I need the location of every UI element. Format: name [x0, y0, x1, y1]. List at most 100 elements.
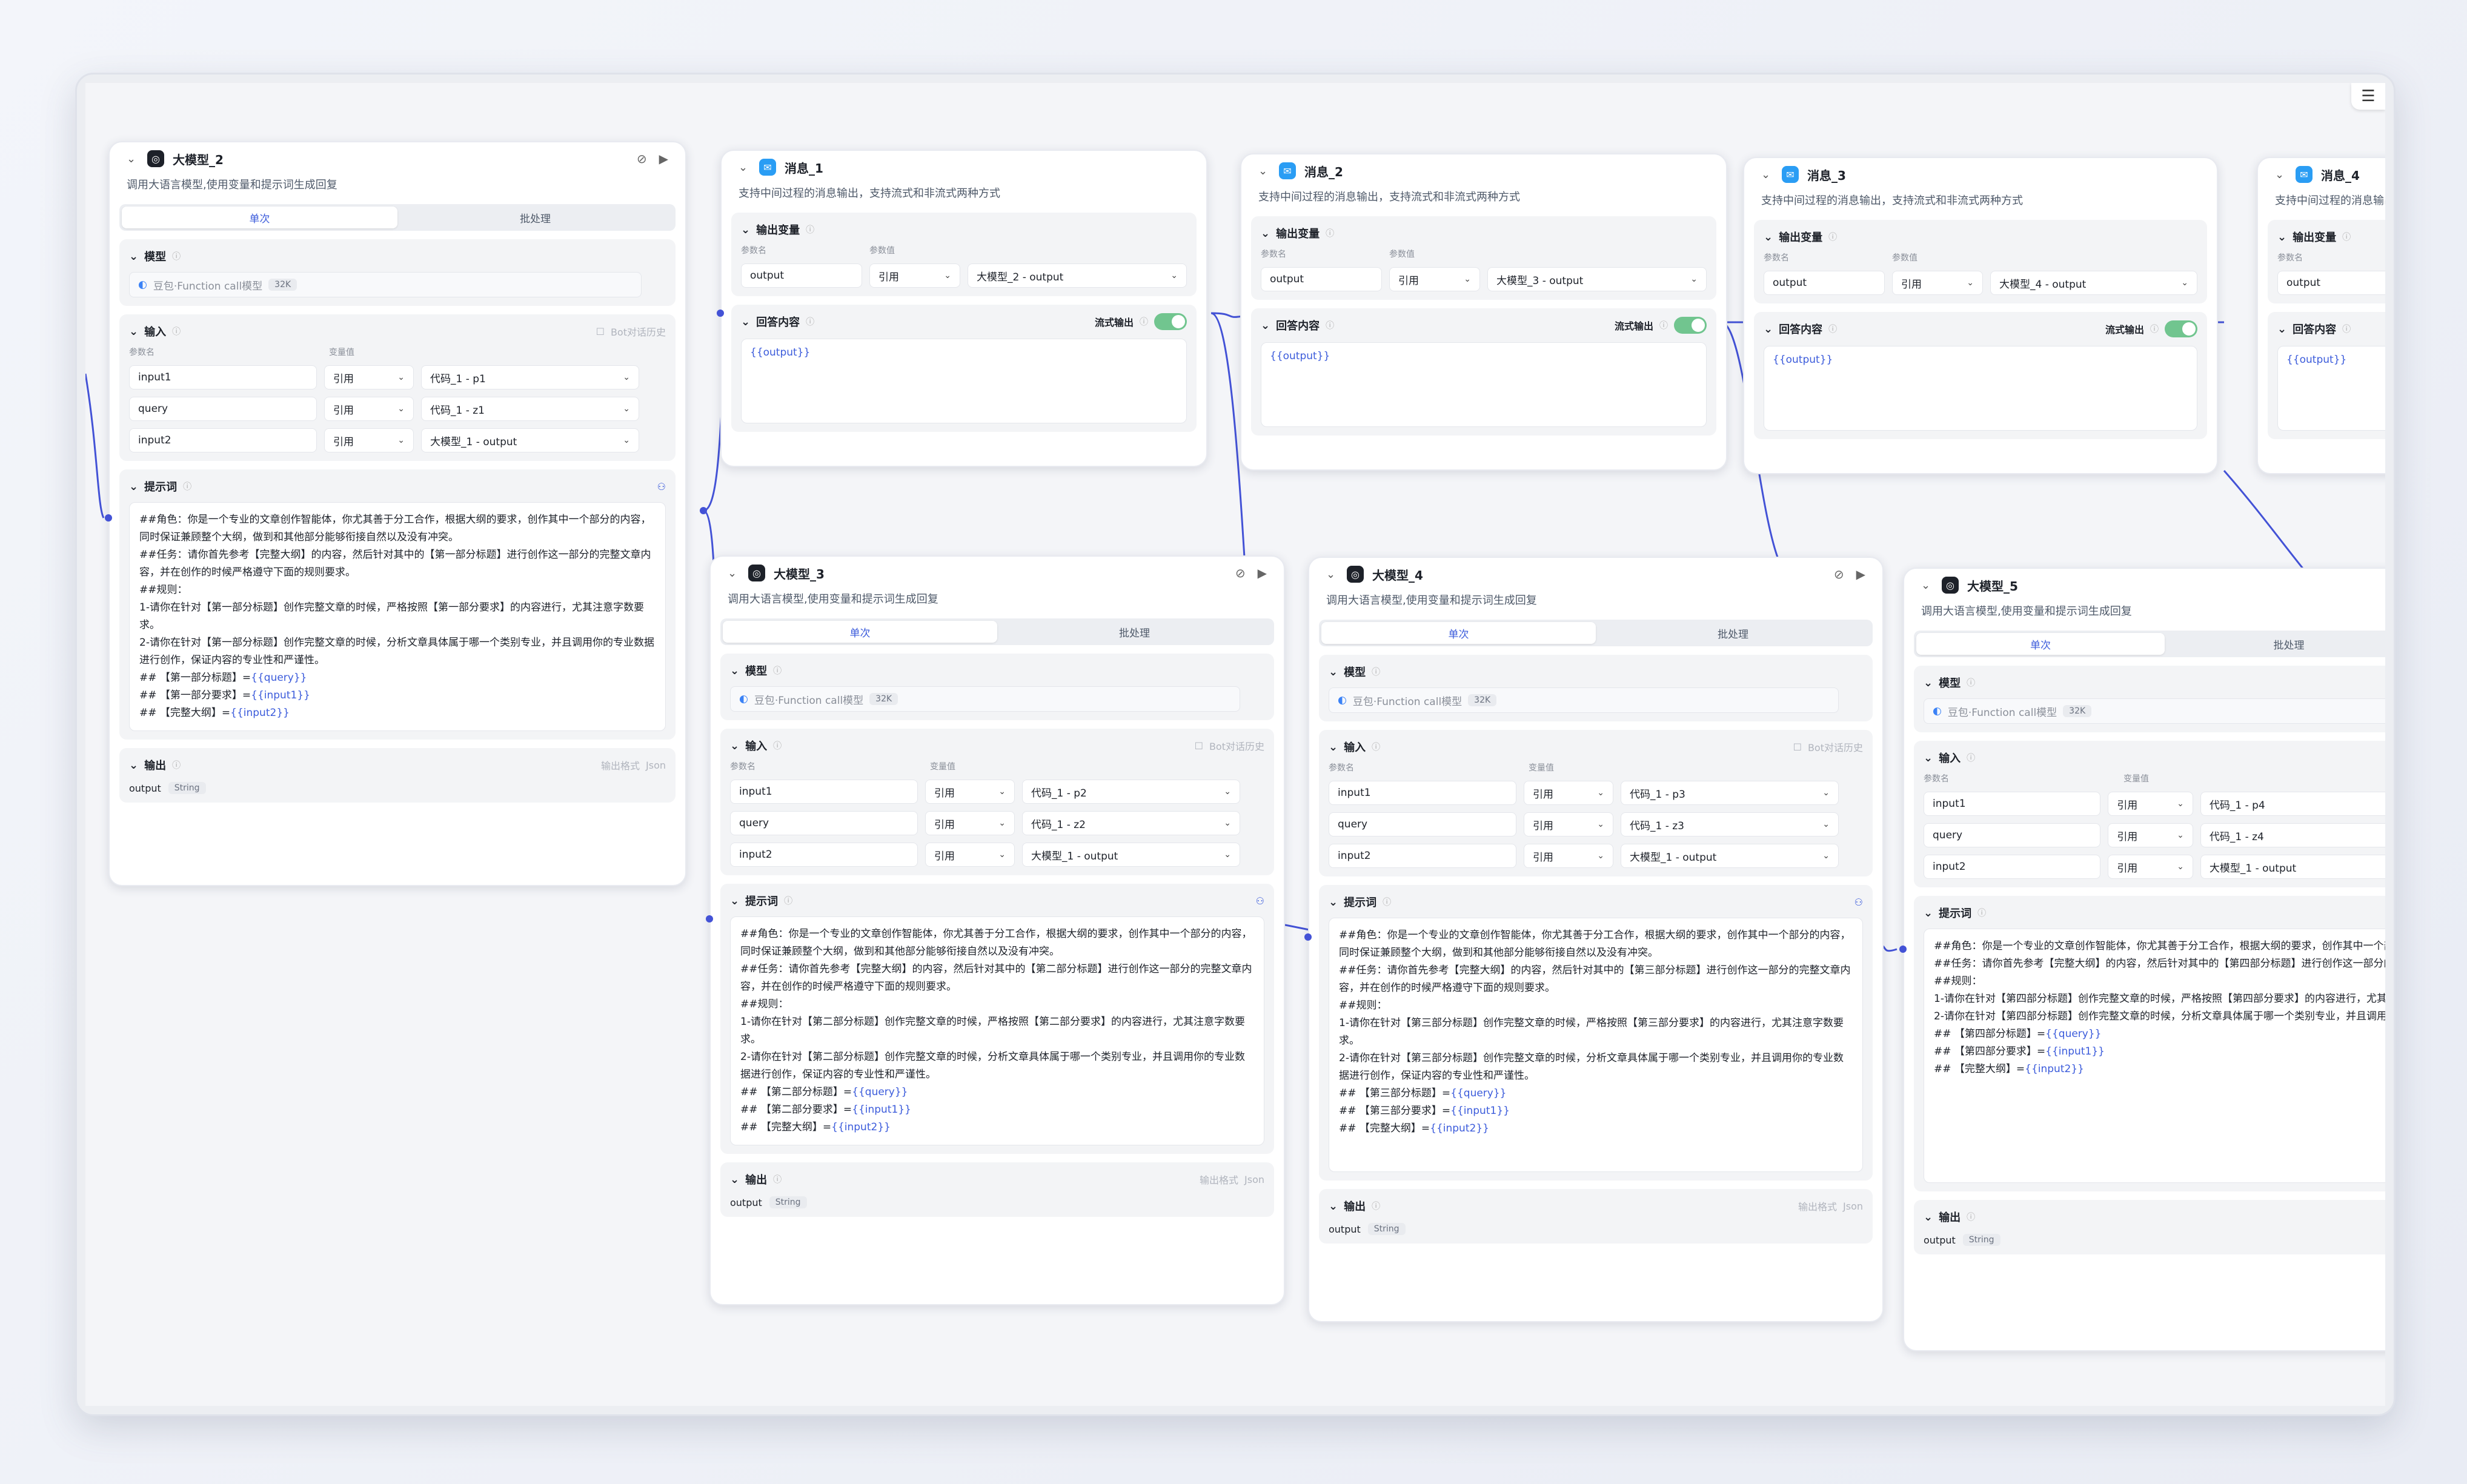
mode-switch[interactable]: 单次 批处理 — [119, 204, 676, 231]
value-select[interactable]: 代码_1 - p1 ⌄ — [421, 365, 639, 389]
prompt-library-icon[interactable]: ⚇ — [657, 481, 666, 492]
ref-select[interactable]: 引用 ⌄ — [925, 780, 1015, 804]
model-select[interactable]: ◐ 豆包·Function call模型 32K — [129, 272, 642, 297]
ref-select[interactable]: 引用 ⌄ — [1524, 781, 1613, 805]
node-title[interactable]: 消息_3 — [1807, 166, 1846, 184]
stream-toggle[interactable] — [1674, 317, 1707, 334]
chevron-down-icon[interactable]: ⌄ — [741, 316, 750, 328]
model-select[interactable]: ◐ 豆包·Function call模型 32K — [730, 686, 1240, 712]
port-llm3-in[interactable] — [706, 915, 713, 923]
tab-batch[interactable]: 批处理 — [2165, 633, 2385, 655]
play-icon[interactable]: ▶ — [1856, 567, 1865, 581]
ref-select[interactable]: 引用 ⌄ — [1389, 267, 1480, 291]
param-name-input[interactable]: query — [1924, 823, 2101, 847]
mute-icon[interactable]: ⊘ — [1834, 567, 1844, 581]
ref-select[interactable]: 引用 ⌄ — [324, 397, 414, 421]
checkbox[interactable]: ☐ — [596, 326, 605, 337]
param-name-input[interactable]: input2 — [1329, 844, 1516, 868]
param-name-input[interactable]: query — [129, 397, 317, 421]
param-name-input[interactable]: output — [1261, 267, 1382, 291]
mute-icon[interactable]: ⊘ — [637, 151, 647, 166]
answer-editor[interactable]: {{output}} — [2277, 346, 2385, 431]
prompt-editor[interactable]: ##角色：你是一个专业的文章创作智能体，你尤其善于分工合作，根据大纲的要求，创作… — [1329, 918, 1863, 1172]
port-llm4-in[interactable] — [1304, 933, 1312, 941]
answer-editor[interactable]: {{output}} — [741, 339, 1187, 423]
chevron-down-icon[interactable]: ⌄ — [2275, 168, 2287, 181]
param-name-input[interactable]: query — [730, 811, 918, 835]
node-title[interactable]: 大模型_3 — [774, 565, 825, 582]
param-name-input[interactable]: input1 — [129, 365, 317, 389]
param-name-input[interactable]: input1 — [1924, 792, 2101, 816]
value-select[interactable]: 大模型_1 - output ⌄ — [1022, 843, 1240, 867]
ref-select[interactable]: 引用 ⌄ — [925, 811, 1015, 835]
node-message-2[interactable]: ⌄ ✉ 消息_2 支持中间过程的消息输出，支持流式和非流式两种方式 ⌄ 输出变量 ⓘ 参… — [1240, 153, 1727, 471]
value-select[interactable]: 大模型_4 - output ⌄ — [1990, 271, 2197, 295]
param-name-input[interactable]: input2 — [129, 428, 317, 452]
chevron-down-icon[interactable]: ⌄ — [1924, 677, 1933, 689]
param-name-input[interactable]: input1 — [730, 780, 918, 804]
chevron-down-icon[interactable]: ⌄ — [1329, 666, 1338, 678]
tab-single[interactable]: 单次 — [1916, 633, 2165, 655]
chevron-down-icon[interactable]: ⌄ — [728, 567, 740, 580]
prompt-editor[interactable]: ##角色：你是一个专业的文章创作智能体，你尤其善于分工合作，根据大纲的要求，创作… — [730, 916, 1264, 1145]
param-name-input[interactable]: input1 — [1329, 781, 1516, 805]
panel-toggle-icon[interactable]: ☰ — [2351, 83, 2385, 110]
chevron-down-icon[interactable]: ⌄ — [2277, 323, 2286, 336]
param-name-input[interactable]: query — [1329, 812, 1516, 836]
node-llm-2[interactable]: ⌄ ◎ 大模型_2 ⊘ ▶ 调用大语言模型,使用变量和提示词生成回复 单次 批处理… — [108, 141, 686, 886]
chevron-down-icon[interactable]: ⌄ — [129, 325, 138, 338]
node-title[interactable]: 消息_1 — [785, 159, 823, 176]
ref-select[interactable]: 引用 ⌄ — [324, 365, 414, 389]
chevron-down-icon[interactable]: ⌄ — [1261, 319, 1270, 332]
ref-select[interactable]: 引用 ⌄ — [2108, 855, 2193, 879]
chevron-down-icon[interactable]: ⌄ — [1329, 741, 1338, 754]
value-select[interactable]: 代码_1 - z1 ⌄ — [421, 397, 639, 421]
chevron-down-icon[interactable]: ⌄ — [1924, 1211, 1933, 1224]
value-select[interactable]: 代码_1 - p4 — [2200, 792, 2385, 816]
mute-icon[interactable]: ⊘ — [1235, 566, 1246, 580]
node-message-3[interactable]: ⌄ ✉ 消息_3 支持中间过程的消息输出，支持流式和非流式两种方式 ⌄ 输出变量 ⓘ 参… — [1743, 157, 2218, 474]
chevron-down-icon[interactable]: ⌄ — [1326, 568, 1338, 581]
node-llm-4[interactable]: ⌄ ◎ 大模型_4 ⊘ ▶ 调用大语言模型,使用变量和提示词生成回复 单次 批处理… — [1308, 557, 1884, 1322]
value-select[interactable]: 代码_1 - z2 ⌄ — [1022, 811, 1240, 835]
prompt-editor[interactable]: ##角色：你是一个专业的文章创作智能体，你尤其善于分工合作，根据大纲的要求，创作… — [129, 502, 666, 731]
prompt-editor[interactable]: ##角色：你是一个专业的文章创作智能体，你尤其善于分工合作，根据大纲的要求，创作… — [1924, 929, 2385, 1183]
checkbox[interactable]: ☐ — [1195, 740, 1203, 752]
tab-batch[interactable]: 批处理 — [997, 621, 1272, 643]
output-format-select[interactable]: Json — [1244, 1174, 1264, 1185]
tab-single[interactable]: 单次 — [1321, 622, 1596, 644]
answer-editor[interactable]: {{output}} — [1261, 342, 1707, 427]
value-select[interactable]: 代码_1 - p2 ⌄ — [1022, 780, 1240, 804]
play-icon[interactable]: ▶ — [1258, 566, 1267, 580]
ref-select[interactable]: 引用 ⌄ — [925, 843, 1015, 867]
param-name-input[interactable]: input2 — [1924, 855, 2101, 879]
ref-select[interactable]: 引用 ⌄ — [2108, 792, 2193, 816]
chevron-down-icon[interactable]: ⌄ — [1764, 323, 1773, 336]
output-format-select[interactable]: Json — [1843, 1201, 1863, 1212]
chevron-down-icon[interactable]: ⌄ — [1761, 168, 1773, 181]
play-icon[interactable]: ▶ — [659, 151, 668, 166]
node-llm-3[interactable]: ⌄ ◎ 大模型_3 ⊘ ▶ 调用大语言模型,使用变量和提示词生成回复 单次 批处理… — [709, 555, 1285, 1305]
tab-single[interactable]: 单次 — [723, 621, 997, 643]
ref-select[interactable]: 引用 ⌄ — [2108, 823, 2193, 847]
node-title[interactable]: 大模型_5 — [1967, 577, 2018, 594]
chevron-down-icon[interactable]: ⌄ — [1921, 579, 1933, 592]
chevron-down-icon[interactable]: ⌄ — [1764, 231, 1773, 243]
node-title[interactable]: 消息_2 — [1304, 162, 1343, 180]
ref-select[interactable]: 引用 ⌄ — [1524, 844, 1613, 868]
param-name-input[interactable]: output — [1764, 271, 1885, 295]
model-select[interactable]: ◐ 豆包·Function call模型 32K — [1329, 687, 1839, 713]
chevron-down-icon[interactable]: ⌄ — [730, 1173, 739, 1186]
value-select[interactable]: 大模型_1 - output ⌄ — [1621, 844, 1839, 868]
chevron-down-icon[interactable]: ⌄ — [129, 480, 138, 493]
node-title[interactable]: 大模型_2 — [173, 150, 224, 168]
ref-select[interactable]: 引用 ⌄ — [1892, 271, 1983, 295]
node-llm-5[interactable]: ⌄ ◎ 大模型_5 调用大语言模型,使用变量和提示词生成回复 单次 批处理 ⌄ 模… — [1903, 568, 2385, 1351]
chevron-down-icon[interactable]: ⌄ — [2277, 231, 2286, 243]
chevron-down-icon[interactable]: ⌄ — [730, 895, 739, 907]
value-select[interactable]: 代码_1 - z3 ⌄ — [1621, 812, 1839, 836]
workflow-canvas[interactable]: ☰ ⌄ ◎ 大模型_2 ⊘ ▶ 调用大语言模型,使用变量和提示词生成回复 单次 批… — [85, 83, 2385, 1406]
chevron-down-icon[interactable]: ⌄ — [741, 224, 750, 236]
mode-switch[interactable]: 单次 批处理 — [720, 618, 1274, 645]
answer-editor[interactable]: {{output}} — [1764, 346, 2197, 431]
